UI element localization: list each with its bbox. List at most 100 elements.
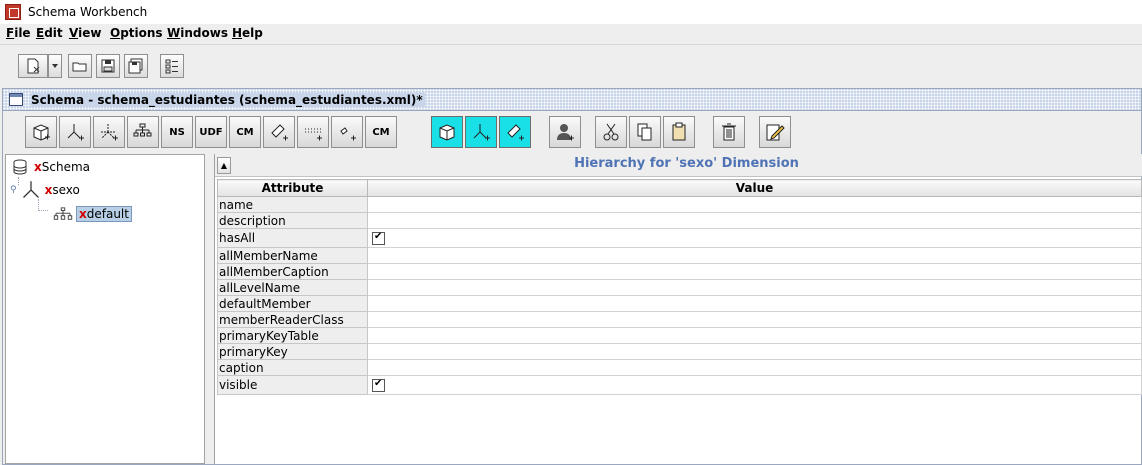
attribute-name: caption [217,359,368,376]
hierarchy-icon [133,123,152,137]
add-cube-button[interactable] [25,116,57,148]
document-title: Schema - schema_estudiantes (schema_estu… [31,93,425,107]
value-cell[interactable] [367,359,1142,376]
value-cell[interactable] [367,375,1142,395]
table-row[interactable]: memberReaderClass [217,311,1142,328]
cut-button[interactable] [595,116,627,148]
attribute-name: hasAll [217,228,368,248]
properties-panel: ▲ Hierarchy for 'sexo' Dimension Attribu… [214,154,1142,464]
value-cell[interactable] [367,295,1142,312]
title-bar: Schema Workbench [0,0,1142,24]
jdbc-explorer-button[interactable] [160,54,184,78]
menu-windows[interactable]: Windows [167,26,228,40]
calculated-member-label: CM [236,126,254,138]
table-row[interactable]: primaryKeyTable [217,327,1142,344]
table-row[interactable]: allMemberName [217,247,1142,264]
frame-icon [9,93,23,106]
virtual-calculated-member-label: CM [372,126,390,138]
visible-checkbox[interactable] [372,378,385,392]
value-cell[interactable] [367,263,1142,280]
table-row[interactable]: description [217,212,1142,229]
add-udf-button[interactable]: UDF [195,116,227,148]
database-icon [13,159,27,175]
add-measure-button[interactable] [263,116,295,148]
menu-bar: File Edit View Options Windows Help [0,24,1142,44]
add-virtual-cube-button[interactable] [431,116,463,148]
save-as-button[interactable] [124,54,148,78]
table-row[interactable]: primaryKey [217,343,1142,360]
add-virtual-measure-button[interactable] [499,116,531,148]
value-cell[interactable] [367,228,1142,248]
open-button[interactable] [68,54,92,78]
attribute-name: description [217,212,368,229]
main-toolbar [0,44,1142,88]
virtual-cube-icon [439,124,455,141]
add-dimension-button[interactable] [59,116,91,148]
attribute-name: name [217,196,368,213]
paste-button[interactable] [663,116,695,148]
trash-icon [722,123,736,141]
menu-view[interactable]: View [69,26,101,40]
tree-connector [38,199,48,211]
error-mark: x [79,207,87,221]
tree-node-sexo[interactable]: ⚲ x sexo [10,180,80,200]
save-button[interactable] [96,54,120,78]
tree-node-default[interactable]: xdefault [52,204,132,224]
delete-button[interactable] [713,116,745,148]
hasall-checkbox[interactable] [372,231,385,245]
menu-help[interactable]: Help [232,26,263,40]
menu-file[interactable]: File [6,26,31,40]
collapse-button[interactable]: ▲ [217,157,231,174]
property-icon [340,127,356,141]
column-header-attribute[interactable]: Attribute [217,179,368,197]
new-file-icon [27,58,40,74]
udf-label: UDF [199,126,223,138]
table-row[interactable]: allMemberCaption [217,263,1142,280]
menu-options[interactable]: Options [110,26,163,40]
tree-label-sexo: sexo [52,183,80,197]
tree-selected-item[interactable]: xdefault [76,206,132,222]
role-user-icon [557,124,574,141]
column-header-value[interactable]: Value [367,179,1142,197]
table-row[interactable]: hasAll [217,228,1142,248]
copy-icon [637,123,652,141]
new-file-button[interactable] [18,54,48,78]
add-virtual-dimension-button[interactable] [465,116,497,148]
save-icon [101,59,115,73]
value-cell[interactable] [367,327,1142,344]
open-folder-icon [72,62,87,72]
new-dropdown-button[interactable] [48,54,62,78]
value-cell[interactable] [367,311,1142,328]
add-property-button[interactable] [331,116,363,148]
dimension-usage-icon [101,124,118,141]
table-row[interactable]: name [217,196,1142,213]
add-virtual-calculated-member-button[interactable]: CM [365,116,397,148]
table-row[interactable]: allLevelName [217,279,1142,296]
expand-toggle-icon[interactable]: ⚲ [10,185,17,195]
hierarchy-node-icon [53,207,73,220]
edit-mode-button[interactable] [759,116,791,148]
value-cell[interactable] [367,279,1142,296]
add-level-button[interactable] [297,116,329,148]
tree-node-schema[interactable]: x Schema [12,157,90,177]
copy-button[interactable] [629,116,661,148]
menu-edit[interactable]: Edit [36,26,63,40]
dimension-node-icon [22,181,39,198]
table-row[interactable]: visible [217,375,1142,395]
value-cell[interactable] [367,212,1142,229]
value-cell[interactable] [367,343,1142,360]
value-cell[interactable] [367,247,1142,264]
add-named-set-button[interactable]: NS [161,116,193,148]
add-role-button[interactable] [549,116,581,148]
attribute-name: allMemberCaption [217,263,368,280]
value-cell[interactable] [367,196,1142,213]
add-dimension-usage-button[interactable] [93,116,125,148]
table-row[interactable]: caption [217,359,1142,376]
table-row[interactable]: defaultMember [217,295,1142,312]
split-pane-divider[interactable] [206,154,214,464]
tree-label-schema: Schema [41,160,90,174]
cube-icon [33,124,50,141]
add-calculated-member-button[interactable]: CM [229,116,261,148]
add-hierarchy-button[interactable] [127,116,159,148]
document-title-bar[interactable]: Schema - schema_estudiantes (schema_estu… [3,89,1141,111]
